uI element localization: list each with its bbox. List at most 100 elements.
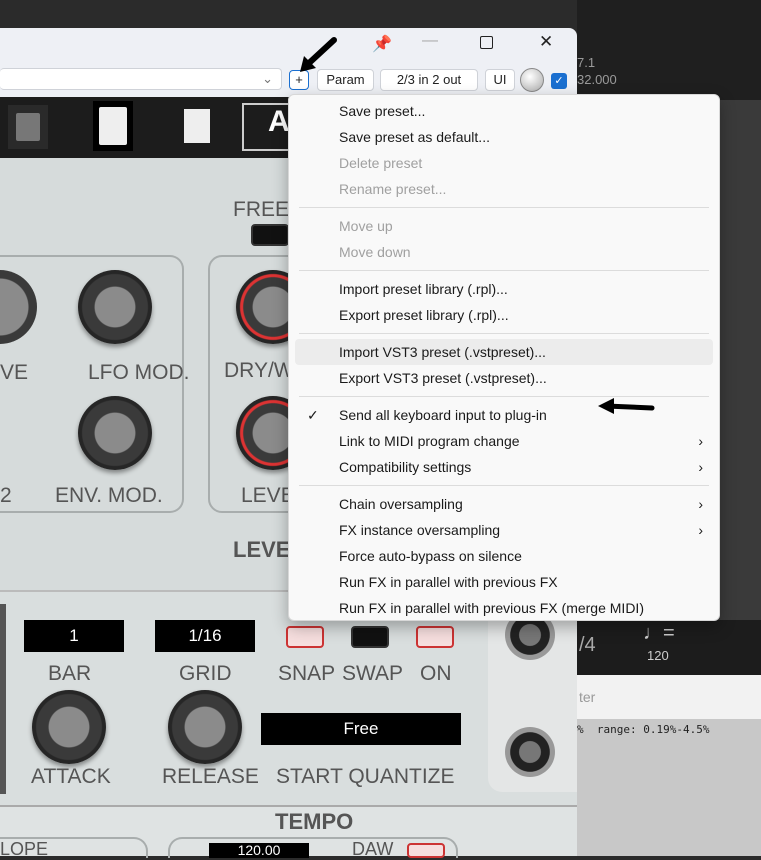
annotation-arrow-icon bbox=[598, 398, 655, 414]
range-text: % range: 0.19%-4.5% bbox=[577, 723, 710, 736]
filter-placeholder: ter bbox=[579, 689, 596, 705]
menu-separator bbox=[299, 270, 709, 271]
menu-item-label: Run FX in parallel with previous FX (mer… bbox=[339, 600, 644, 616]
snap-label: SNAP bbox=[278, 662, 336, 685]
chevron-down-icon: ⌄ bbox=[262, 71, 273, 86]
menu-item-label: Force auto-bypass on silence bbox=[339, 548, 522, 564]
menu-item[interactable]: Export VST3 preset (.vstpreset)... bbox=[295, 365, 713, 391]
menu-item-label: Rename preset... bbox=[339, 181, 447, 197]
snap-toggle[interactable] bbox=[286, 626, 324, 648]
output-jack[interactable] bbox=[505, 727, 555, 777]
grid-label: GRID bbox=[179, 662, 232, 685]
filter-field[interactable]: ter bbox=[577, 675, 761, 719]
ruler-label: 32.000 bbox=[577, 72, 617, 87]
chevron-right-icon: › bbox=[698, 433, 703, 449]
env-mod-label: ENV. MOD. bbox=[55, 484, 163, 507]
menu-item[interactable]: Save preset as default... bbox=[295, 124, 713, 150]
tempo-value[interactable]: 120 bbox=[647, 648, 669, 663]
menu-item[interactable]: Force auto-bypass on silence bbox=[295, 543, 713, 569]
minimize-button[interactable]: — bbox=[422, 32, 438, 50]
menu-item: Delete preset bbox=[295, 150, 713, 176]
start-quantize-label: START QUANTIZE bbox=[276, 765, 455, 788]
grid-display[interactable]: 1/16 bbox=[155, 620, 255, 652]
menu-item[interactable]: Export preset library (.rpl)... bbox=[295, 302, 713, 328]
chevron-right-icon: › bbox=[698, 496, 703, 512]
on-label: ON bbox=[420, 662, 452, 685]
on-toggle[interactable] bbox=[416, 626, 454, 648]
daw-transport: /4 ♩= 120 bbox=[577, 620, 761, 675]
maximize-button[interactable] bbox=[480, 36, 493, 49]
menu-item: Rename preset... bbox=[295, 176, 713, 202]
menu-item-label: Export preset library (.rpl)... bbox=[339, 307, 509, 323]
bypass-checkbox[interactable]: ✓ bbox=[551, 73, 567, 89]
quarter-note-icon: ♩= bbox=[643, 622, 675, 644]
menu-item-label: Save preset as default... bbox=[339, 129, 490, 145]
menu-item-label: Delete preset bbox=[339, 155, 423, 171]
menu-item[interactable]: Import VST3 preset (.vstpreset)... bbox=[295, 339, 713, 365]
chevron-right-icon: › bbox=[698, 459, 703, 475]
start-quantize-display[interactable]: Free bbox=[261, 713, 461, 745]
menu-item-label: Import preset library (.rpl)... bbox=[339, 281, 508, 297]
preset-context-menu: Save preset... Save preset as default... D… bbox=[288, 94, 720, 621]
tempo-title: TEMPO bbox=[275, 809, 354, 834]
level-section-title: LEVE bbox=[233, 537, 291, 562]
menu-separator bbox=[299, 485, 709, 486]
meter bbox=[0, 604, 6, 794]
menu-item-label: Run FX in parallel with previous FX bbox=[339, 574, 558, 590]
attack-label: ATTACK bbox=[31, 765, 111, 788]
tempo-section: TEMPO LOPE 120.00 DAW bbox=[0, 805, 577, 859]
ruler-label: 7.1 bbox=[577, 55, 596, 70]
daw-ruler: 7.1 32.000 bbox=[577, 0, 761, 100]
bar-label: BAR bbox=[48, 662, 92, 685]
env-mod-knob[interactable] bbox=[78, 396, 152, 470]
annotation-arrow-icon bbox=[300, 37, 337, 72]
lfo-mod-label: LFO MOD. bbox=[88, 361, 190, 384]
save-disk-icon[interactable] bbox=[8, 105, 48, 149]
menu-item[interactable]: Run FX in parallel with previous FX bbox=[295, 569, 713, 595]
io-routing-button[interactable]: 2/3 in 2 out bbox=[380, 69, 478, 91]
save-as-disk-icon[interactable] bbox=[93, 101, 133, 151]
swap-toggle[interactable] bbox=[351, 626, 389, 648]
menu-item-label: Move up bbox=[339, 218, 393, 234]
attack-knob[interactable] bbox=[32, 690, 106, 764]
knob-label: VE bbox=[0, 361, 29, 384]
pin-icon[interactable]: 📌 bbox=[372, 34, 392, 54]
menu-item-label: Chain oversampling bbox=[339, 496, 463, 512]
menu-item: Move up bbox=[295, 213, 713, 239]
release-knob[interactable] bbox=[168, 690, 242, 764]
menu-item-label: Import VST3 preset (.vstpreset)... bbox=[339, 344, 546, 360]
menu-item-label: Move down bbox=[339, 244, 411, 260]
menu-item-label: FX instance oversampling bbox=[339, 522, 501, 538]
trigger-section: 1 1/16 BAR GRID SNAP SWAP ON Free ATTACK… bbox=[0, 590, 577, 805]
menu-separator bbox=[299, 333, 709, 334]
swap-label: SWAP bbox=[342, 662, 404, 685]
menu-item[interactable]: Compatibility settings › bbox=[295, 454, 713, 480]
checkmark-icon: ✓ bbox=[307, 407, 319, 423]
bar-display[interactable]: 1 bbox=[24, 620, 124, 652]
menu-item[interactable]: Save preset... bbox=[295, 98, 713, 124]
freeze-toggle[interactable] bbox=[251, 224, 289, 246]
knob-label: 2 bbox=[0, 484, 12, 507]
plugin-window: 📌 — ✕ ⌄ + Param 2/3 in 2 out UI ✓ bbox=[0, 28, 577, 97]
menu-item[interactable]: Run FX in parallel with previous FX (mer… bbox=[295, 595, 713, 621]
ui-button[interactable]: UI bbox=[485, 69, 515, 91]
slope-label: LOPE bbox=[0, 839, 49, 859]
daw-label: DAW bbox=[352, 839, 394, 859]
menu-item[interactable]: FX instance oversampling › bbox=[295, 517, 713, 543]
lfo-mod-knob[interactable] bbox=[78, 270, 152, 344]
close-button[interactable]: ✕ bbox=[539, 32, 553, 52]
menu-item-label: Link to MIDI program change bbox=[339, 433, 520, 449]
browse-preset-icon[interactable] bbox=[180, 105, 216, 149]
menu-item: Move down bbox=[295, 239, 713, 265]
time-signature: /4 bbox=[579, 634, 596, 656]
dry-wet-label: DRY/W bbox=[224, 359, 294, 382]
menu-item[interactable]: Import preset library (.rpl)... bbox=[295, 276, 713, 302]
menu-item-label: Export VST3 preset (.vstpreset)... bbox=[339, 370, 547, 386]
menu-item-label: Save preset... bbox=[339, 103, 426, 119]
daw-info-panel: % range: 0.19%-4.5% bbox=[577, 719, 761, 856]
preset-dropdown[interactable]: ⌄ bbox=[0, 68, 282, 90]
menu-item[interactable]: Chain oversampling › bbox=[295, 491, 713, 517]
menu-item[interactable]: Link to MIDI program change › bbox=[295, 428, 713, 454]
wet-knob[interactable] bbox=[520, 68, 544, 92]
chevron-right-icon: › bbox=[698, 522, 703, 538]
